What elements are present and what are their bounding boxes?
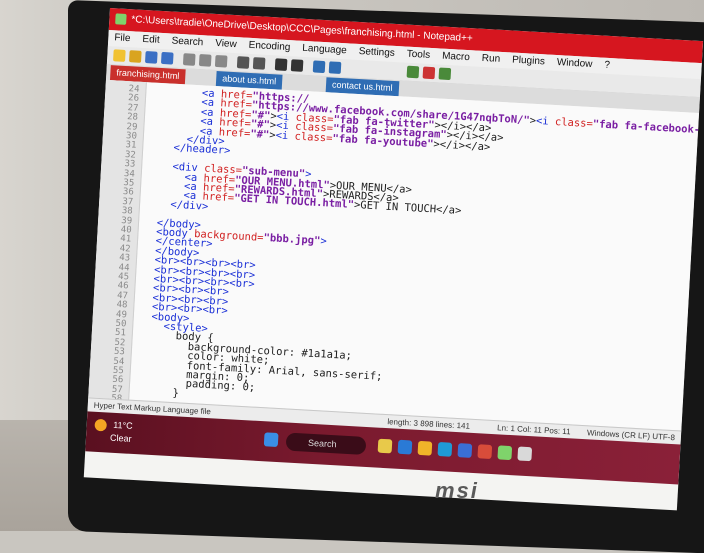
menu-item-view[interactable]: View (215, 38, 237, 50)
laptop-brand-logo: msi (435, 478, 479, 503)
replace-icon[interactable] (290, 59, 304, 72)
file-explorer-icon[interactable] (417, 440, 433, 456)
edge-icon[interactable] (437, 442, 453, 457)
menu-item-tools[interactable]: Tools (406, 49, 430, 61)
new-file-icon[interactable] (113, 49, 126, 62)
taskbar-search[interactable]: Search (285, 432, 367, 455)
undo-icon[interactable] (236, 56, 250, 69)
macro-play-icon[interactable] (438, 67, 452, 81)
zoom-in-icon[interactable] (312, 60, 326, 74)
open-file-icon[interactable] (129, 50, 142, 63)
copy-icon[interactable] (198, 54, 212, 67)
redo-icon[interactable] (252, 57, 266, 70)
notepadpp-icon (115, 13, 127, 25)
macro-record-icon[interactable] (406, 65, 420, 79)
menu-item-plugins[interactable]: Plugins (512, 55, 545, 68)
zoom-out-icon[interactable] (328, 61, 342, 74)
menu-item-macro[interactable]: Macro (442, 51, 470, 64)
code-line[interactable]: } (134, 385, 179, 399)
menu-item-edit[interactable]: Edit (142, 34, 160, 46)
save-all-icon[interactable] (160, 51, 174, 65)
menu-item-encoding[interactable]: Encoding (248, 40, 290, 53)
menu-item-file[interactable]: File (114, 32, 131, 44)
notepadpp-taskbar-icon[interactable] (497, 445, 513, 461)
taskbar-search-label: Search (307, 437, 337, 450)
chrome-icon[interactable] (517, 446, 533, 462)
menu-item-[interactable]: ? (604, 60, 610, 71)
find-icon[interactable] (274, 58, 288, 71)
cut-icon[interactable] (182, 53, 196, 66)
app-icon-red[interactable] (477, 444, 493, 459)
menu-item-search[interactable]: Search (171, 35, 203, 48)
menu-item-language[interactable]: Language (302, 43, 347, 56)
paste-icon[interactable] (214, 54, 228, 68)
widgets-icon[interactable] (377, 438, 393, 454)
macro-stop-icon[interactable] (422, 66, 436, 80)
weather-desc: Clear (109, 432, 132, 444)
weather-moon-icon (94, 418, 108, 432)
save-icon[interactable] (144, 51, 158, 64)
laptop-screen: *C:\Users\tradie\OneDrive\Desktop\CCC\Pa… (83, 8, 704, 511)
code-line[interactable]: </div> (145, 197, 209, 212)
menu-item-run[interactable]: Run (482, 53, 501, 65)
start-icon[interactable] (263, 432, 279, 448)
weather-temp: 11°C (112, 419, 133, 431)
weather-widget[interactable]: 11°C Clear (94, 418, 133, 445)
mail-icon[interactable] (397, 439, 413, 455)
store-icon[interactable] (457, 443, 473, 458)
menu-item-settings[interactable]: Settings (358, 46, 395, 59)
code-editor[interactable]: 24 26 27 28 29 30 31 32 33 34 35 36 37 38 39 40 41 42 43 44… (88, 79, 703, 431)
menu-item-window[interactable]: Window (557, 57, 593, 70)
